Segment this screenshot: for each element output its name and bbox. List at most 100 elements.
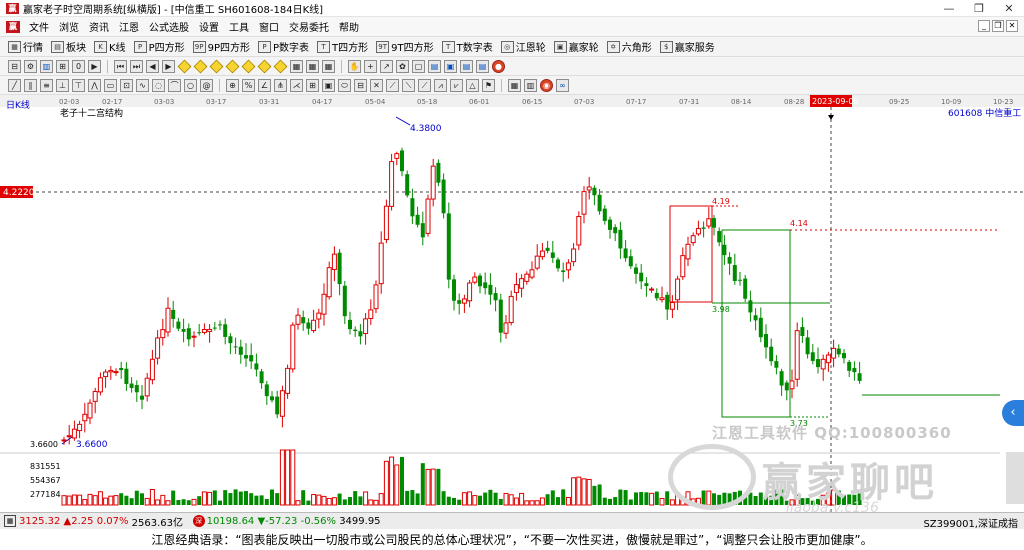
tb-9t-square-button[interactable]: 9T 9T四方形 [376, 39, 434, 54]
gann-grid-icon[interactable]: ⊞ [306, 78, 319, 92]
menu-formula-select[interactable]: 公式选股 [144, 19, 194, 34]
box-icon[interactable]: ▢ [412, 59, 425, 73]
regression-icon[interactable]: ⟍ [402, 78, 415, 92]
chart-type-icon[interactable]: ▥ [40, 59, 53, 73]
tb-hexagon-button[interactable]: ✡ 六角形 [606, 39, 652, 54]
grid-tool-2-icon[interactable]: ▦ [306, 59, 319, 73]
next-icon[interactable]: ▶ [162, 59, 175, 73]
indicator-icon[interactable]: ⊞ [56, 59, 69, 73]
measure-tool-icon[interactable]: ⊟ [354, 78, 367, 92]
calc-icon[interactable]: ▤ [428, 59, 441, 73]
tool-diamond-2-icon[interactable] [193, 59, 208, 73]
tb-p-square-button[interactable]: P P四方形 [133, 39, 185, 54]
speed-line-icon[interactable]: ⟋ [386, 78, 399, 92]
menu-browse[interactable]: 浏览 [54, 19, 84, 34]
ellipse-tool-icon[interactable]: ⬭ [338, 78, 351, 92]
spiral-tool-icon[interactable]: @ [200, 78, 213, 92]
number-icon[interactable]: 0 [72, 59, 85, 73]
flag-tool-icon[interactable]: ⚑ [482, 78, 495, 92]
zoom-in-icon[interactable]: ⊕ [226, 78, 239, 92]
menu-tools[interactable]: 工具 [224, 19, 254, 34]
mdi-minimize-button[interactable]: _ [978, 20, 990, 32]
first-icon[interactable]: ⏮ [114, 59, 127, 73]
color-wheel-icon[interactable]: ◉ [540, 78, 553, 92]
fan-tool-icon[interactable]: ⋀ [88, 78, 101, 92]
menu-help[interactable]: 帮助 [334, 19, 364, 34]
ray-tool-icon[interactable]: ⊤ [72, 78, 85, 92]
trend-icon[interactable]: ⟋ [418, 78, 431, 92]
tool-diamond-7-icon[interactable] [273, 59, 288, 73]
percent-icon[interactable]: % [242, 78, 255, 92]
tool-diamond-5-icon[interactable] [241, 59, 256, 73]
save-icon[interactable]: ▣ [444, 59, 457, 73]
cross-tool-icon[interactable]: ✕ [370, 78, 383, 92]
tb-9p-square-button[interactable]: 9P 9P四方形 [192, 39, 250, 54]
tb-gann-wheel-button[interactable]: ◎ 江恩轮 [500, 39, 546, 54]
candle-body [155, 337, 161, 359]
parallel-tool-icon[interactable]: ∥ [24, 78, 37, 92]
tool-diamond-4-icon[interactable] [225, 59, 240, 73]
side-expand-button[interactable]: ‹ [1002, 400, 1024, 426]
infinity-icon[interactable]: ∞ [556, 78, 569, 92]
main-toolbar: ▦ 行情 ▤ 板块 K K线 P P四方形 9P 9P四方形 P P数字表 T T四方形 9T… [0, 37, 1024, 57]
restore-button[interactable]: ❐ [964, 0, 994, 17]
tb-service-button[interactable]: $ 赢家服务 [659, 39, 715, 54]
menu-gann[interactable]: 江恩 [114, 19, 144, 34]
fib-tool-icon[interactable]: ≡ [40, 78, 53, 92]
line-tool-icon[interactable]: ╱ [8, 78, 21, 92]
close-button[interactable]: ✕ [994, 0, 1024, 17]
menu-trade[interactable]: 交易委托 [284, 19, 334, 34]
arrow-icon[interactable]: ↗ [380, 59, 393, 73]
grid-tool-icon[interactable]: ▦ [290, 59, 303, 73]
gann-fan-icon[interactable]: ⋌ [290, 78, 303, 92]
export-icon[interactable]: ▤ [476, 59, 489, 73]
triangle-icon[interactable]: △ [466, 78, 479, 92]
mdi-close-button[interactable]: ✕ [1006, 20, 1018, 32]
grid-status-icon[interactable]: ▦ [4, 515, 16, 527]
crosshair-icon[interactable]: + [364, 59, 377, 73]
volume-bar [113, 495, 119, 506]
time-tool-icon[interactable]: ⊡ [120, 78, 133, 92]
menu-file[interactable]: 文件 [24, 19, 54, 34]
tb-quotes-button[interactable]: ▦ 行情 [8, 39, 43, 54]
grid-tool-3-icon[interactable]: ▦ [322, 59, 335, 73]
record-icon[interactable]: ● [492, 59, 505, 73]
prev-icon[interactable]: ◀ [146, 59, 159, 73]
candle-body [472, 276, 478, 283]
last-icon[interactable]: ⏭ [130, 59, 143, 73]
tb-t-square-button[interactable]: T T四方形 [317, 39, 368, 54]
zigzag-icon[interactable]: ⩘ [434, 78, 447, 92]
panel-icon[interactable]: ▥ [524, 78, 537, 92]
tb-t-number-button[interactable]: T T数字表 [441, 39, 493, 54]
tool-diamond-3-icon[interactable] [209, 59, 224, 73]
gift-icon[interactable]: ✿ [396, 59, 409, 73]
angle-tool-icon[interactable]: ∠ [258, 78, 271, 92]
square-tool-icon[interactable]: ▭ [104, 78, 117, 92]
table-icon[interactable]: ▦ [508, 78, 521, 92]
flag-icon[interactable]: ▶ [88, 59, 101, 73]
tb-winner-wheel-button[interactable]: ▣ 赢家轮 [553, 39, 599, 54]
circle-tool-icon[interactable]: ○ [184, 78, 197, 92]
tool-diamond-1-icon[interactable] [177, 59, 192, 73]
pitchfork-icon[interactable]: ⋔ [274, 78, 287, 92]
tb-kline-button[interactable]: K K线 [94, 39, 126, 54]
channel-tool-icon[interactable]: ⊥ [56, 78, 69, 92]
side-panel-tab[interactable] [1006, 452, 1024, 504]
wedge-icon[interactable]: ⩗ [450, 78, 463, 92]
arc-tool-icon[interactable]: ⌒ [168, 78, 181, 92]
menu-window[interactable]: 窗口 [254, 19, 284, 34]
hand-icon[interactable]: ✋ [348, 59, 361, 73]
box-tool-icon[interactable]: ▣ [322, 78, 335, 92]
wave-tool-icon[interactable]: ∿ [136, 78, 149, 92]
cycle-tool-icon[interactable]: ◌ [152, 78, 165, 92]
menu-info[interactable]: 资讯 [84, 19, 114, 34]
settings-icon[interactable]: ⚙ [24, 59, 37, 73]
tb-sector-button[interactable]: ▤ 板块 [51, 39, 86, 54]
minimize-button[interactable]: — [934, 0, 964, 17]
print-icon[interactable]: ▤ [460, 59, 473, 73]
layout-icon[interactable]: ⊟ [8, 59, 21, 73]
menu-settings[interactable]: 设置 [194, 19, 224, 34]
mdi-restore-button[interactable]: ❐ [992, 20, 1004, 32]
tb-p-number-button[interactable]: P P数字表 [258, 39, 309, 54]
tool-diamond-6-icon[interactable] [257, 59, 272, 73]
